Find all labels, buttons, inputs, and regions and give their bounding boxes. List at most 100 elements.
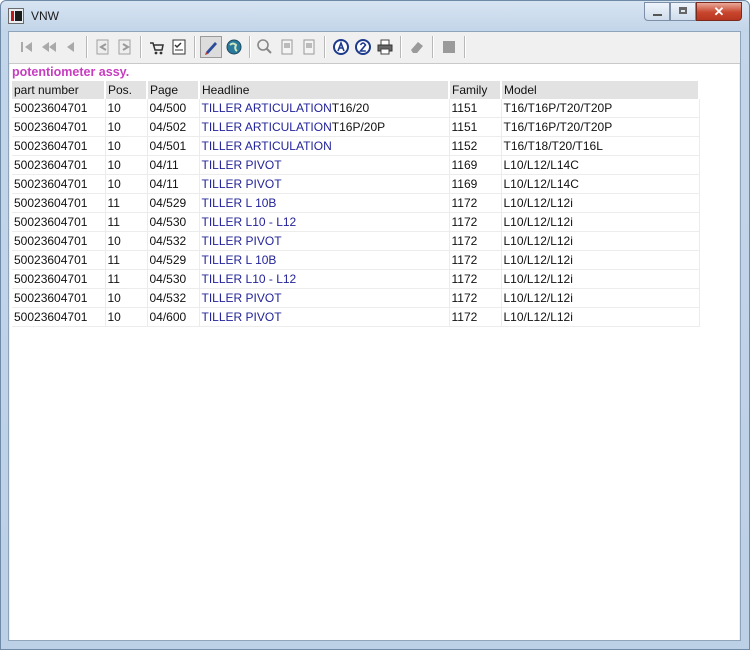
- cell-part-number[interactable]: 50023604701: [12, 193, 106, 213]
- headline-link[interactable]: TILLER PIVOT: [202, 177, 282, 191]
- cell-pos[interactable]: 11: [105, 212, 148, 232]
- headline-link[interactable]: TILLER ARTICULATION: [202, 120, 332, 134]
- cell-model[interactable]: L10/L12/L12i: [501, 231, 700, 251]
- page-a-button[interactable]: [277, 37, 297, 57]
- cell-page[interactable]: 04/530: [147, 269, 200, 289]
- headline-link[interactable]: TILLER PIVOT: [202, 234, 282, 248]
- cell-family[interactable]: 1152: [449, 136, 502, 156]
- table-row[interactable]: 50023604701 10 04/502 TILLER ARTICULATIONT1…: [12, 117, 700, 137]
- column-header-model[interactable]: Model: [501, 81, 700, 99]
- close-button[interactable]: ✕: [696, 2, 742, 21]
- column-header-pos[interactable]: Pos.: [105, 81, 148, 99]
- forward-doc-button[interactable]: [115, 37, 135, 57]
- cell-part-number[interactable]: 50023604701: [12, 136, 106, 156]
- cell-headline[interactable]: TILLER L10 - L12: [199, 269, 450, 289]
- column-header-headline[interactable]: Headline: [199, 81, 450, 99]
- cell-family[interactable]: 1151: [449, 117, 502, 137]
- cell-pos[interactable]: 11: [105, 250, 148, 270]
- table-row[interactable]: 50023604701 11 04/530 TILLER L10 - L12 1172 L…: [12, 269, 700, 289]
- maximize-button[interactable]: [670, 2, 696, 21]
- cell-part-number[interactable]: 50023604701: [12, 250, 106, 270]
- cell-headline[interactable]: TILLER L10 - L12: [199, 212, 450, 232]
- cell-pos[interactable]: 10: [105, 155, 148, 175]
- cell-page[interactable]: 04/500: [147, 99, 200, 118]
- minimize-button[interactable]: [644, 2, 670, 21]
- table-row[interactable]: 50023604701 10 04/532 TILLER PIVOT 1172 L10/L…: [12, 288, 700, 308]
- headline-link[interactable]: TILLER L10 - L12: [202, 272, 297, 286]
- pencil-tool-button[interactable]: [200, 36, 222, 58]
- headline-link[interactable]: TILLER ARTICULATION: [202, 139, 332, 153]
- cell-part-number[interactable]: 50023604701: [12, 99, 106, 118]
- cell-headline[interactable]: TILLER PIVOT: [199, 307, 450, 327]
- cell-part-number[interactable]: 50023604701: [12, 269, 106, 289]
- cell-model[interactable]: L10/L12/L12i: [501, 269, 700, 289]
- eraser-button[interactable]: [407, 37, 427, 57]
- column-header-family[interactable]: Family: [449, 81, 502, 99]
- cell-model[interactable]: T16/T16P/T20/T20P: [501, 117, 700, 137]
- cell-model[interactable]: L10/L12/L12i: [501, 307, 700, 327]
- table-row[interactable]: 50023604701 10 04/600 TILLER PIVOT 1172 L10/L…: [12, 307, 700, 327]
- cell-pos[interactable]: 11: [105, 269, 148, 289]
- cell-family[interactable]: 1151: [449, 99, 502, 118]
- info-2-button[interactable]: [353, 37, 373, 57]
- cart-button[interactable]: [147, 37, 167, 57]
- print-button[interactable]: [375, 37, 395, 57]
- title-bar[interactable]: VNW ✕: [1, 1, 749, 31]
- page-b-button[interactable]: [299, 37, 319, 57]
- headline-link[interactable]: TILLER L 10B: [202, 196, 277, 210]
- cell-page[interactable]: 04/11: [147, 174, 200, 194]
- cell-model[interactable]: L10/L12/L14C: [501, 155, 700, 175]
- first-record-button[interactable]: [17, 37, 37, 57]
- cell-page[interactable]: 04/529: [147, 250, 200, 270]
- table-row[interactable]: 50023604701 10 04/532 TILLER PIVOT 1172 L10/L…: [12, 231, 700, 251]
- cell-family[interactable]: 1172: [449, 231, 502, 251]
- cell-page[interactable]: 04/530: [147, 212, 200, 232]
- cell-headline[interactable]: TILLER PIVOT: [199, 231, 450, 251]
- column-header-part-number[interactable]: part number: [12, 81, 106, 99]
- stop-button[interactable]: [439, 37, 459, 57]
- cell-family[interactable]: 1172: [449, 269, 502, 289]
- headline-link[interactable]: TILLER L10 - L12: [202, 215, 297, 229]
- cell-pos[interactable]: 11: [105, 193, 148, 213]
- cell-part-number[interactable]: 50023604701: [12, 231, 106, 251]
- column-header-page[interactable]: Page: [147, 81, 200, 99]
- cell-headline[interactable]: TILLER PIVOT: [199, 174, 450, 194]
- cell-family[interactable]: 1169: [449, 155, 502, 175]
- cell-page[interactable]: 04/11: [147, 155, 200, 175]
- cell-model[interactable]: L10/L12/L12i: [501, 212, 700, 232]
- cell-page[interactable]: 04/600: [147, 307, 200, 327]
- cell-pos[interactable]: 10: [105, 288, 148, 308]
- cell-part-number[interactable]: 50023604701: [12, 212, 106, 232]
- cell-model[interactable]: T16/T16P/T20/T20P: [501, 99, 700, 118]
- table-row[interactable]: 50023604701 11 04/529 TILLER L 10B 1172 L10/L…: [12, 250, 700, 270]
- cell-pos[interactable]: 10: [105, 117, 148, 137]
- cell-model[interactable]: L10/L12/L12i: [501, 250, 700, 270]
- cell-pos[interactable]: 10: [105, 99, 148, 118]
- globe-button[interactable]: [224, 37, 244, 57]
- checklist-button[interactable]: [169, 37, 189, 57]
- back-doc-button[interactable]: [93, 37, 113, 57]
- headline-link[interactable]: TILLER ARTICULATION: [202, 101, 332, 115]
- cell-page[interactable]: 04/502: [147, 117, 200, 137]
- headline-link[interactable]: TILLER L 10B: [202, 253, 277, 267]
- cell-model[interactable]: L10/L12/L14C: [501, 174, 700, 194]
- cell-headline[interactable]: TILLER ARTICULATION: [199, 136, 450, 156]
- cell-pos[interactable]: 10: [105, 307, 148, 327]
- headline-link[interactable]: TILLER PIVOT: [202, 158, 282, 172]
- cell-family[interactable]: 1172: [449, 250, 502, 270]
- cell-headline[interactable]: TILLER ARTICULATIONT16P/20P: [199, 117, 450, 137]
- table-row[interactable]: 50023604701 11 04/529 TILLER L 10B 1172 L10/L…: [12, 193, 700, 213]
- cell-family[interactable]: 1172: [449, 288, 502, 308]
- cell-pos[interactable]: 10: [105, 231, 148, 251]
- cell-page[interactable]: 04/532: [147, 231, 200, 251]
- cell-headline[interactable]: TILLER PIVOT: [199, 155, 450, 175]
- table-row[interactable]: 50023604701 11 04/530 TILLER L10 - L12 1172 L…: [12, 212, 700, 232]
- cell-part-number[interactable]: 50023604701: [12, 307, 106, 327]
- cell-headline[interactable]: TILLER PIVOT: [199, 288, 450, 308]
- cell-pos[interactable]: 10: [105, 174, 148, 194]
- cell-page[interactable]: 04/501: [147, 136, 200, 156]
- cell-part-number[interactable]: 50023604701: [12, 117, 106, 137]
- cell-part-number[interactable]: 50023604701: [12, 288, 106, 308]
- info-a-button[interactable]: [331, 37, 351, 57]
- cell-page[interactable]: 04/532: [147, 288, 200, 308]
